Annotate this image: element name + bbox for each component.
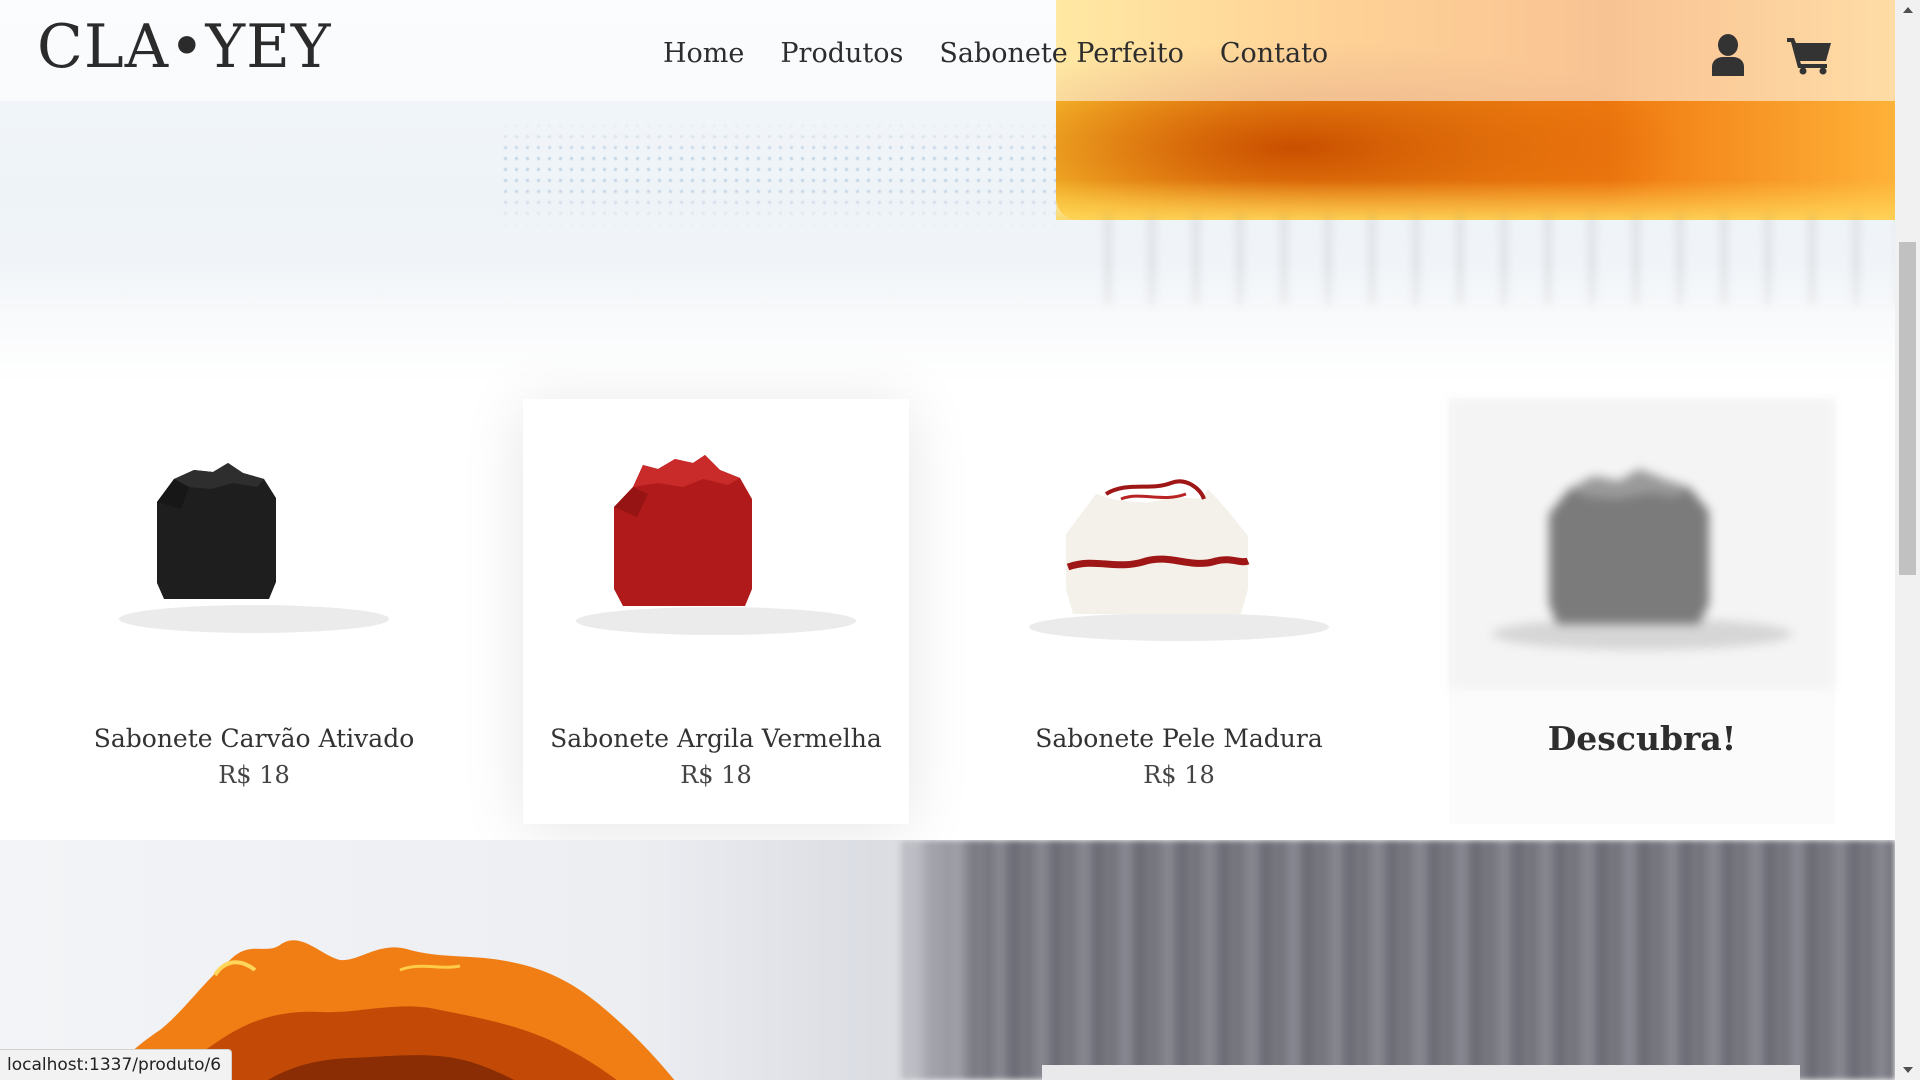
- bottom-banner: [0, 840, 1895, 1080]
- site-header: CLA•YEY Home Produtos Sabonete Perfeito …: [0, 0, 1895, 101]
- cart-icon: [1787, 38, 1831, 75]
- hero-fade: [0, 265, 1895, 385]
- product-card[interactable]: Sabonete Argila Vermelha R$ 18: [523, 399, 909, 824]
- product-image-argila-vermelha: [576, 455, 856, 635]
- nav-item-sabonete-perfeito[interactable]: Sabonete Perfeito: [921, 38, 1201, 69]
- product-image-pele-madura: [1029, 479, 1329, 641]
- product-card[interactable]: Sabonete Carvão Ativado R$ 18: [61, 399, 447, 824]
- discover-card[interactable]: Descubra!: [1449, 399, 1835, 824]
- chevron-up-icon: [1902, 7, 1913, 13]
- cart-button[interactable]: [1785, 32, 1835, 78]
- bottom-panel: [1042, 1065, 1800, 1080]
- product-name: Sabonete Pele Madura: [1035, 724, 1323, 753]
- nav-item-home[interactable]: Home: [663, 38, 762, 69]
- product-name: Sabonete Carvão Ativado: [93, 724, 415, 753]
- viewport: CLA•YEY Home Produtos Sabonete Perfeito …: [0, 0, 1895, 1080]
- product-showcase: Sabonete Carvão Ativado R$ 18 Sabonete A…: [0, 385, 1895, 840]
- user-account-button[interactable]: [1708, 32, 1748, 78]
- product-price: R$ 18: [680, 761, 752, 789]
- status-bar-url: localhost:1337/produto/6: [0, 1049, 233, 1080]
- product-image-mystery-soap: [1449, 399, 1835, 689]
- bottom-image-fade: [870, 840, 990, 1080]
- nav-item-produtos[interactable]: Produtos: [762, 38, 921, 69]
- discover-label: Descubra!: [1547, 719, 1737, 758]
- vertical-scrollbar[interactable]: [1895, 0, 1920, 1080]
- scroll-down-button[interactable]: [1895, 1060, 1920, 1080]
- hero-background-pattern: [500, 120, 1060, 230]
- product-card[interactable]: Sabonete Pele Madura R$ 18: [986, 399, 1372, 824]
- site-logo[interactable]: CLA•YEY: [37, 12, 332, 82]
- product-price: R$ 18: [1143, 761, 1215, 789]
- main-nav: Home Produtos Sabonete Perfeito Contato: [663, 38, 1346, 69]
- product-price: R$ 18: [218, 761, 290, 789]
- chevron-down-icon: [1902, 1067, 1913, 1073]
- product-name: Sabonete Argila Vermelha: [550, 724, 882, 753]
- product-image-carvao-ativado: [119, 463, 389, 633]
- bottom-right-image: [900, 840, 1895, 1080]
- scrollbar-thumb[interactable]: [1899, 242, 1916, 575]
- scroll-up-button[interactable]: [1895, 0, 1920, 20]
- nav-item-contato[interactable]: Contato: [1202, 38, 1346, 69]
- user-icon: [1712, 34, 1744, 76]
- page: CLA•YEY Home Produtos Sabonete Perfeito …: [0, 0, 1920, 1080]
